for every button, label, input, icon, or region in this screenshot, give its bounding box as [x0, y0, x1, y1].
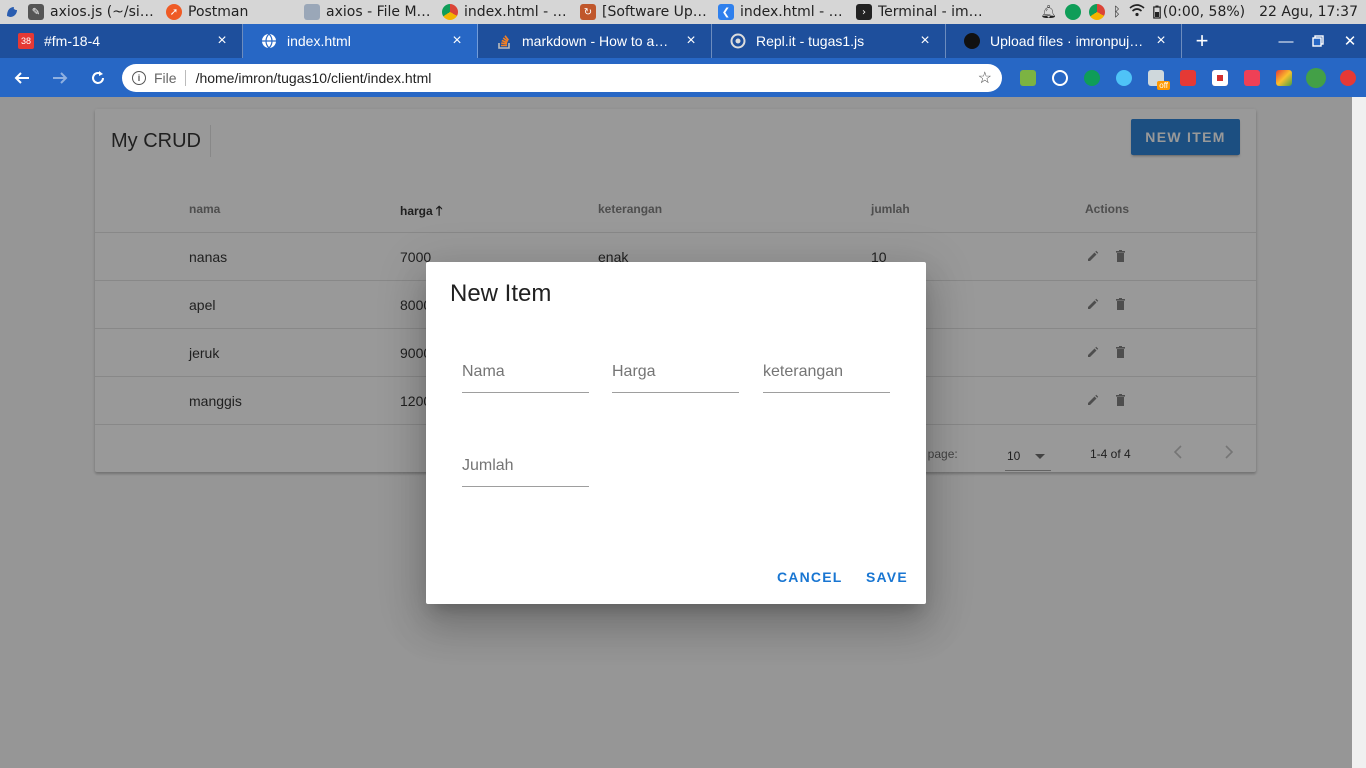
chrome-tray-icon[interactable] — [1088, 4, 1105, 20]
browser-tab-strip: 38 #fm-18-4 × index.html × markdown - Ho… — [0, 24, 1366, 58]
task-file-manager[interactable]: axios - File Ma... — [300, 0, 438, 24]
profile-avatar[interactable] — [1300, 62, 1332, 94]
task-label: [Software Upd... — [602, 4, 710, 20]
text-editor-icon: ✎ — [28, 4, 44, 20]
extension-flag-icon[interactable] — [1204, 62, 1236, 94]
nama-field[interactable] — [462, 353, 589, 393]
task-axios-editor[interactable]: ✎ axios.js (~/sia... — [24, 0, 162, 24]
extension-multicolor-icon[interactable] — [1268, 62, 1300, 94]
folder-icon — [304, 4, 320, 20]
nama-input[interactable] — [462, 353, 589, 391]
extension-target-icon[interactable] — [1044, 62, 1076, 94]
harga-field[interactable] — [612, 353, 739, 393]
os-taskbar: ✎ axios.js (~/sia... ➚ Postman axios - F… — [0, 0, 1366, 24]
app-menu-icon[interactable] — [0, 0, 24, 24]
update-available-icon[interactable] — [1332, 62, 1364, 94]
close-icon[interactable]: × — [214, 33, 230, 49]
dialog-title: New Item — [450, 280, 552, 307]
bluetooth-icon[interactable]: ᛒ — [1113, 5, 1121, 20]
tab-fm-18-4[interactable]: 38 #fm-18-4 × — [0, 24, 243, 58]
clock[interactable]: 22 Agu, 17:37 — [1259, 4, 1358, 20]
tab-title: index.html — [287, 33, 351, 49]
terminal-icon: › — [856, 4, 872, 20]
wifi-icon[interactable] — [1129, 3, 1145, 21]
address-bar[interactable]: i File /home/imron/tugas10/client/index.… — [122, 63, 1002, 92]
bookmark-star-icon[interactable]: ☆ — [978, 68, 992, 88]
restore-icon[interactable] — [1302, 24, 1334, 58]
extension-blue-icon[interactable] — [1108, 62, 1140, 94]
extension-red-icon[interactable] — [1172, 62, 1204, 94]
close-icon[interactable]: × — [1153, 33, 1169, 49]
reload-icon[interactable] — [82, 62, 114, 94]
calendar-icon: 38 — [18, 33, 34, 49]
back-arrow-icon[interactable] — [6, 62, 38, 94]
harga-input[interactable] — [612, 353, 739, 391]
vscode-icon: ❮ — [718, 4, 734, 20]
keterangan-input[interactable] — [763, 353, 890, 391]
tab-title: #fm-18-4 — [44, 33, 101, 49]
task-label: index.html - cli... — [740, 4, 848, 20]
tab-title: Upload files · imronpuji/ar — [990, 33, 1145, 49]
battery-status: (0:00, 58%) — [1162, 4, 1246, 20]
forward-arrow-icon[interactable] — [44, 62, 76, 94]
jumlah-input[interactable] — [462, 447, 589, 485]
window-controls: — ✕ — [1270, 24, 1366, 58]
pocket-icon[interactable] — [1236, 62, 1268, 94]
task-chrome[interactable]: index.html - G... — [438, 0, 576, 24]
task-label: Terminal - imr... — [878, 4, 986, 20]
new-item-dialog: New Item CANCEL SAVE — [426, 262, 926, 604]
extension-badge: off — [1157, 80, 1170, 90]
github-icon — [964, 33, 980, 49]
postman-icon: ➚ — [166, 4, 182, 20]
close-icon[interactable]: × — [683, 33, 699, 49]
hangouts-extension-icon[interactable] — [1076, 62, 1108, 94]
close-window-icon[interactable]: ✕ — [1334, 24, 1366, 58]
extension-green-icon[interactable] — [1012, 62, 1044, 94]
system-tray: 🔔︎ ᛒ (0:00, 58%) 22 Agu, 17:37 — [1040, 3, 1366, 21]
save-button[interactable]: SAVE — [866, 564, 908, 590]
page-scrollbar[interactable] — [1352, 97, 1366, 768]
tab-title: markdown - How to add s — [522, 33, 675, 49]
task-vscode[interactable]: ❮ index.html - cli... — [714, 0, 852, 24]
task-software-update[interactable]: ↻ [Software Upd... — [576, 0, 714, 24]
new-tab-button[interactable]: + — [1182, 24, 1222, 58]
site-info-icon[interactable]: i — [132, 70, 146, 85]
task-label: index.html - G... — [464, 4, 572, 20]
extension-home-icon[interactable]: off — [1140, 62, 1172, 94]
tab-index-html[interactable]: index.html × — [243, 24, 478, 58]
battery-icon[interactable] — [1152, 5, 1161, 19]
task-label: Postman — [188, 4, 249, 20]
browser-toolbar: i File /home/imron/tugas10/client/index.… — [0, 58, 1366, 97]
task-postman[interactable]: ➚ Postman — [162, 0, 300, 24]
replit-icon — [730, 33, 746, 49]
globe-icon — [261, 33, 277, 49]
jumlah-field[interactable] — [462, 447, 589, 487]
task-terminal[interactable]: › Terminal - imr... — [852, 0, 990, 24]
stackoverflow-icon — [496, 33, 512, 49]
tab-replit[interactable]: Repl.it - tugas1.js × — [712, 24, 946, 58]
chrome-icon — [442, 4, 458, 20]
tab-title: Repl.it - tugas1.js — [756, 33, 865, 49]
tab-markdown[interactable]: markdown - How to add s × — [478, 24, 712, 58]
close-icon[interactable]: × — [917, 33, 933, 49]
software-update-icon: ↻ — [580, 4, 596, 20]
task-label: axios - File Ma... — [326, 4, 434, 20]
url-scheme: File — [154, 69, 186, 86]
tab-github-upload[interactable]: Upload files · imronpuji/ar × — [946, 24, 1182, 58]
keterangan-field[interactable] — [763, 353, 890, 393]
minimize-icon[interactable]: — — [1270, 24, 1302, 58]
extensions-bar: off — [1012, 62, 1364, 94]
hangouts-icon[interactable] — [1064, 4, 1081, 20]
close-icon[interactable]: × — [449, 33, 465, 49]
notification-bell-icon[interactable]: 🔔︎ — [1040, 5, 1057, 20]
task-label: axios.js (~/sia... — [50, 4, 158, 20]
cancel-button[interactable]: CANCEL — [777, 564, 843, 590]
url-text[interactable]: /home/imron/tugas10/client/index.html — [196, 70, 978, 86]
